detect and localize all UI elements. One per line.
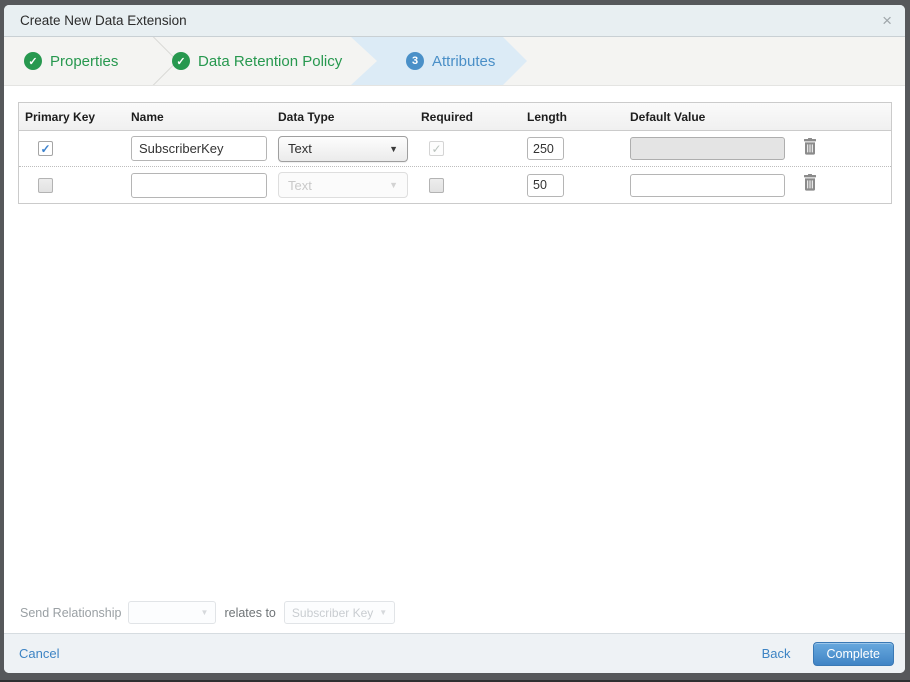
col-header-default-value: Default Value xyxy=(630,109,706,124)
data-type-select-disabled: Text ▼ xyxy=(278,172,408,198)
trash-icon[interactable] xyxy=(802,174,818,191)
send-relationship-select: ▼ xyxy=(128,601,217,624)
data-type-value: Text xyxy=(288,141,312,156)
step-label: Properties xyxy=(50,52,119,70)
back-link[interactable]: Back xyxy=(762,646,791,661)
modal-footer: Cancel Back Complete xyxy=(4,633,905,673)
attributes-panel: Primary Key Name Data Type Required Leng… xyxy=(4,86,905,633)
send-relationship-row: Send Relationship ▼ relates to Subscribe… xyxy=(20,601,396,624)
name-input[interactable] xyxy=(131,136,267,161)
col-header-data-type: Data Type xyxy=(278,109,335,124)
step-number-badge: 3 xyxy=(406,52,424,70)
col-header-primary-key: Primary Key xyxy=(25,109,96,124)
length-input[interactable] xyxy=(527,173,564,197)
col-header-length: Length xyxy=(527,109,567,124)
default-value-input xyxy=(630,137,785,160)
step-properties[interactable]: ✓ Properties xyxy=(4,37,152,85)
modal-title: Create New Data Extension xyxy=(20,13,187,28)
step-complete-check-icon: ✓ xyxy=(24,52,42,70)
required-checkbox: ✓ xyxy=(429,141,444,156)
close-icon[interactable]: × xyxy=(882,12,892,29)
step-complete-check-icon: ✓ xyxy=(172,52,190,70)
table-row: ✓ Text ▼ ✓ xyxy=(19,131,891,167)
required-checkbox[interactable] xyxy=(429,177,444,193)
primary-key-checkbox[interactable] xyxy=(38,177,53,193)
step-label: Data Retention Policy xyxy=(198,52,343,70)
default-value-input[interactable] xyxy=(630,173,785,197)
name-input[interactable] xyxy=(131,172,267,198)
relates-to-label: relates to xyxy=(224,605,276,620)
subscriber-key-select: Subscriber Key ▼ xyxy=(283,601,396,624)
primary-key-checkbox[interactable]: ✓ xyxy=(38,141,53,156)
chevron-down-icon: ▼ xyxy=(379,608,388,617)
table-row: Text ▼ xyxy=(19,167,891,203)
create-data-extension-modal: Create New Data Extension × ✓ Properties… xyxy=(4,5,905,673)
length-input[interactable] xyxy=(527,137,564,160)
col-header-name: Name xyxy=(131,109,164,124)
data-type-select[interactable]: Text ▼ xyxy=(278,135,408,162)
table-header-row: Primary Key Name Data Type Required Leng… xyxy=(19,103,891,131)
complete-button[interactable]: Complete xyxy=(812,641,894,666)
data-type-value: Text xyxy=(288,177,312,193)
chevron-down-icon: ▼ xyxy=(389,180,398,190)
attributes-table: Primary Key Name Data Type Required Leng… xyxy=(18,102,892,204)
subscriber-key-value: Subscriber Key xyxy=(291,605,374,620)
step-attributes-active[interactable]: 3 Attributes xyxy=(351,37,527,85)
step-label: Attributes xyxy=(432,52,496,70)
step-wizard: ✓ Properties ✓ Data Retention Policy 3 A… xyxy=(4,37,905,86)
col-header-required: Required xyxy=(421,109,474,124)
cancel-link[interactable]: Cancel xyxy=(19,646,59,661)
modal-titlebar: Create New Data Extension × xyxy=(4,5,905,37)
chevron-down-icon: ▼ xyxy=(389,143,398,154)
send-relationship-label: Send Relationship xyxy=(20,605,122,620)
step-data-retention-policy[interactable]: ✓ Data Retention Policy xyxy=(152,37,377,85)
trash-icon[interactable] xyxy=(802,137,818,155)
window-frame: Create New Data Extension × ✓ Properties… xyxy=(0,0,910,682)
chevron-down-icon: ▼ xyxy=(200,608,209,617)
